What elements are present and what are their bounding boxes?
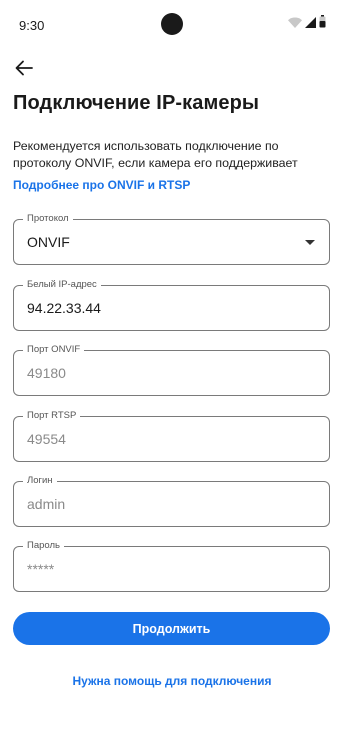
onvif-rtsp-info-link[interactable]: Подробнее про ONVIF и RTSP xyxy=(13,178,190,192)
protocol-label: Протокол xyxy=(23,213,73,225)
dropdown-arrow-icon xyxy=(305,240,315,245)
rtsp-port-field[interactable]: Порт RTSP 49554 xyxy=(13,410,330,462)
rtsp-port-placeholder: 49554 xyxy=(27,431,66,447)
status-icons xyxy=(288,15,326,33)
protocol-hint: Рекомендуется использовать подключение п… xyxy=(13,139,298,170)
wifi-icon xyxy=(288,15,302,33)
status-time: 9:30 xyxy=(19,18,45,33)
ip-address-value: 94.22.33.44 xyxy=(27,300,101,316)
rtsp-port-label: Порт RTSP xyxy=(23,410,81,422)
ip-address-label: Белый IP-адрес xyxy=(23,279,101,291)
onvif-port-placeholder: 49180 xyxy=(27,365,66,381)
camera-cutout xyxy=(161,13,183,35)
status-bar: 9:30 xyxy=(0,0,344,52)
login-label: Логин xyxy=(23,475,57,487)
login-field[interactable]: Логин admin xyxy=(13,475,330,527)
password-placeholder: ***** xyxy=(27,561,55,577)
page-title: Подключение IP-камеры xyxy=(13,92,260,114)
onvif-port-field[interactable]: Порт ONVIF 49180 xyxy=(13,344,330,396)
login-placeholder: admin xyxy=(27,496,66,512)
arrow-left-icon xyxy=(15,60,33,81)
cellular-signal-icon xyxy=(305,15,316,33)
battery-icon xyxy=(319,15,326,33)
ip-address-field[interactable]: Белый IP-адрес 94.22.33.44 xyxy=(13,279,330,331)
back-button[interactable] xyxy=(10,56,38,84)
help-link[interactable]: Нужна помощь для подключения xyxy=(0,674,344,688)
protocol-value: ONVIF xyxy=(27,234,70,250)
onvif-port-label: Порт ONVIF xyxy=(23,344,85,356)
continue-button[interactable]: Продолжить xyxy=(13,612,330,645)
protocol-select[interactable]: Протокол ONVIF xyxy=(13,213,330,265)
password-field[interactable]: Пароль ***** xyxy=(13,540,330,592)
password-label: Пароль xyxy=(23,540,64,552)
